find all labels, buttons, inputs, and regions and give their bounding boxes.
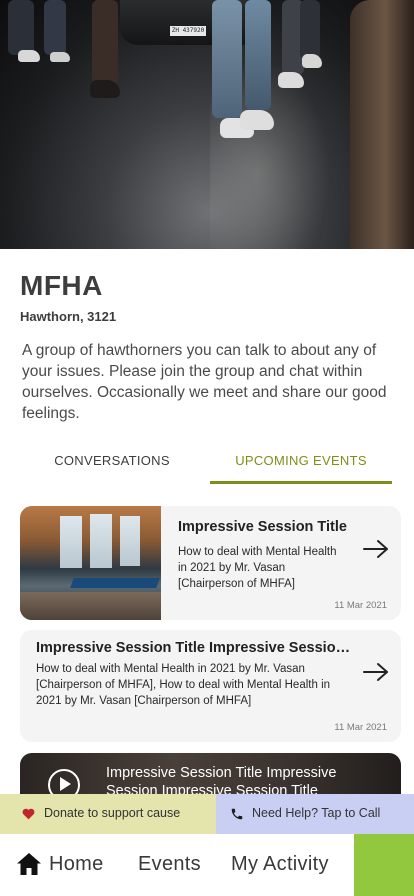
tab-bar: CONVERSATIONS UPCOMING EVENTS (0, 444, 414, 484)
nav-my-activity[interactable]: My Activity (231, 853, 329, 876)
event-card[interactable]: Impressive Session Title How to deal wit… (20, 506, 401, 620)
window (120, 516, 140, 566)
home-icon[interactable] (16, 852, 42, 876)
person-leg (212, 0, 242, 118)
bottom-navigation: Home Events My Activity (0, 834, 414, 896)
event-date: 11 Mar 2021 (334, 600, 387, 611)
group-description: A group of hawthorners you can talk to a… (22, 342, 387, 422)
donate-button[interactable]: Donate to support cause (0, 794, 216, 834)
nav-home[interactable]: Home (49, 853, 104, 876)
license-plate: ZH 437920 (170, 26, 206, 36)
event-description: How to deal with Mental Health in 2021 b… (36, 663, 331, 707)
help-call-button[interactable]: Need Help? Tap to Call (216, 794, 414, 834)
person-leg (8, 0, 34, 55)
ping-pong-table (70, 578, 160, 588)
event-title: Impressive Session Title Impressive Sess… (36, 640, 358, 656)
person-leg (44, 0, 66, 55)
tab-upcoming-events[interactable]: UPCOMING EVENTS (210, 444, 392, 484)
help-label: Need Help? Tap to Call (252, 806, 381, 820)
shoe (50, 52, 70, 62)
event-title: Impressive Session Title (178, 519, 347, 535)
group-name: MFHA (20, 270, 103, 301)
nav-accent-block (354, 834, 414, 896)
shoe (18, 50, 40, 62)
tab-conversations[interactable]: CONVERSATIONS (22, 444, 202, 484)
arrow-right-icon[interactable] (363, 539, 389, 559)
group-location: Hawthorn, 3121 (20, 309, 117, 324)
event-description: How to deal with Mental Health in 2021 b… (178, 546, 337, 590)
shoe (240, 110, 274, 130)
person-leg (300, 0, 320, 60)
person-leg (245, 0, 271, 110)
event-card[interactable]: Impressive Session Title Impressive Sess… (20, 630, 401, 742)
shoe (302, 54, 322, 68)
heart-icon (22, 808, 35, 820)
person-leg (350, 0, 414, 249)
window (90, 514, 112, 568)
donate-label: Donate to support cause (44, 806, 181, 820)
window (60, 516, 82, 568)
shoe (278, 72, 304, 88)
event-date: 11 Mar 2021 (334, 722, 387, 733)
event-thumbnail (20, 506, 161, 620)
person-leg (92, 0, 118, 85)
floor (20, 592, 161, 620)
shoe (90, 80, 120, 98)
nav-events[interactable]: Events (138, 853, 201, 876)
phone-icon (231, 808, 243, 820)
arrow-right-icon[interactable] (363, 662, 389, 682)
group-cover-image: ZH 437920 (0, 0, 414, 249)
